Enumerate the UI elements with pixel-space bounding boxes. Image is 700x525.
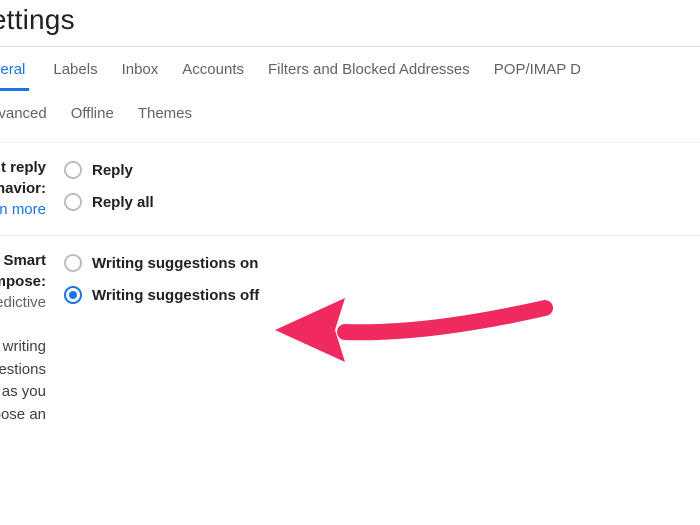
label-text: Smart Compose: bbox=[0, 252, 46, 290]
tabs-row-1: General Labels Inbox Accounts Filters an… bbox=[0, 47, 700, 91]
default-reply-label: Default reply behavior: Learn more bbox=[0, 157, 58, 220]
smart-compose-setting: Smart Compose: (predictive Writing sugge… bbox=[0, 235, 700, 328]
radio-icon bbox=[64, 254, 82, 272]
tab-inbox[interactable]: Inbox bbox=[122, 61, 159, 91]
radio-label: Reply all bbox=[92, 194, 154, 211]
compose-description: writing suggestions appear as you compos… bbox=[0, 336, 58, 426]
compose-options: Writing suggestions on Writing suggestio… bbox=[58, 250, 700, 314]
default-reply-setting: Default reply behavior: Learn more Reply… bbox=[0, 142, 700, 235]
tab-pop-imap[interactable]: POP/IMAP D bbox=[494, 61, 581, 91]
label-subtext: (predictive bbox=[0, 292, 46, 313]
radio-icon-selected bbox=[64, 286, 82, 304]
tab-general[interactable]: General bbox=[0, 61, 29, 91]
tab-filters[interactable]: Filters and Blocked Addresses bbox=[268, 61, 470, 91]
radio-reply[interactable]: Reply bbox=[64, 157, 700, 189]
reply-options: Reply Reply all bbox=[58, 157, 700, 221]
tab-themes[interactable]: Themes bbox=[138, 105, 192, 132]
tab-offline[interactable]: Offline bbox=[71, 105, 114, 132]
radio-label: Writing suggestions on bbox=[92, 255, 258, 272]
tab-labels[interactable]: Labels bbox=[53, 61, 97, 91]
page-title: Settings bbox=[0, 0, 700, 46]
tabs-row-2: Advanced Offline Themes bbox=[0, 91, 700, 142]
radio-reply-all[interactable]: Reply all bbox=[64, 189, 700, 221]
radio-suggestions-off[interactable]: Writing suggestions off bbox=[64, 282, 700, 314]
label-text: Default reply behavior: bbox=[0, 157, 46, 199]
radio-icon bbox=[64, 193, 82, 211]
tab-accounts[interactable]: Accounts bbox=[182, 61, 244, 91]
radio-icon bbox=[64, 161, 82, 179]
radio-suggestions-on[interactable]: Writing suggestions on bbox=[64, 250, 700, 282]
tab-advanced[interactable]: Advanced bbox=[0, 105, 47, 132]
radio-label: Writing suggestions off bbox=[92, 287, 259, 304]
learn-more-link[interactable]: Learn more bbox=[0, 199, 46, 220]
smart-compose-label: Smart Compose: (predictive bbox=[0, 250, 58, 313]
radio-label: Reply bbox=[92, 162, 133, 179]
